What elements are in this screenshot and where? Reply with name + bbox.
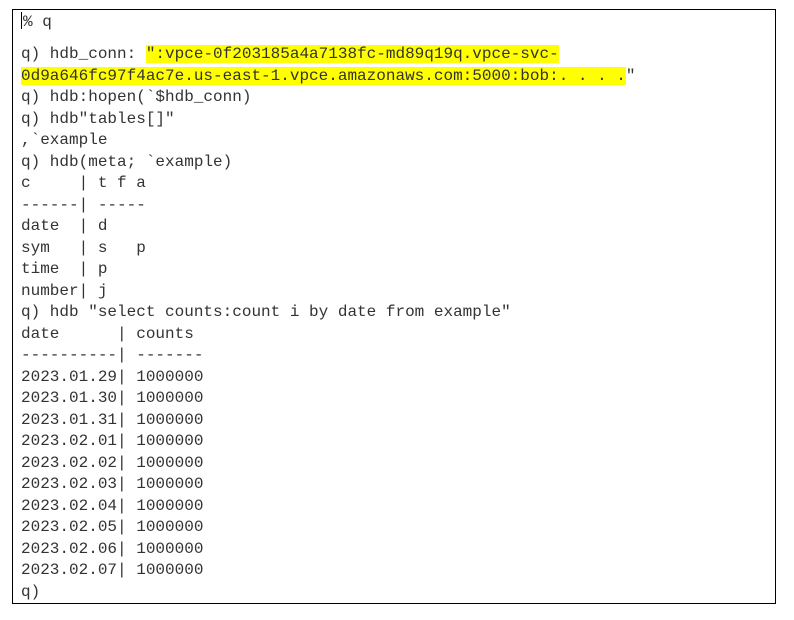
- result-table-row: 2023.02.01| 1000000: [21, 432, 204, 450]
- result-table-row: 2023.01.29| 1000000: [21, 367, 204, 386]
- result-table-row: 2023.01.30| 1000000: [21, 389, 204, 407]
- result-table-row: 2023.02.05| 1000000: [21, 518, 204, 536]
- conn-command-line-cont: 0d9a646fc97f4ac7e.us-east-1.vpce.amazona…: [21, 66, 767, 88]
- meta-table-row: date | d: [21, 217, 108, 235]
- result-table-divider: ----------| -------: [21, 346, 204, 364]
- tables-command: q) hdb"tables[]": [21, 109, 175, 128]
- select-command: q) hdb "select counts:count i by date fr…: [21, 303, 511, 321]
- result-table-row: 2023.02.07| 1000000: [21, 561, 204, 579]
- terminal-output: % q q) hdb_conn: ":vpce-0f203185a4a7138f…: [21, 10, 767, 603]
- result-table-row: 2023.02.03| 1000000: [21, 475, 204, 493]
- result-table-row: 2023.02.04| 1000000: [21, 496, 204, 515]
- meta-table-row: sym | s p: [21, 238, 146, 257]
- conn-string-end-quote: ": [625, 66, 636, 85]
- shell-prompt-line: % q: [21, 10, 767, 34]
- shell-prompt: % q: [23, 13, 52, 31]
- meta-table-row: time | p: [21, 260, 108, 278]
- result-table-row: 2023.02.02| 1000000: [21, 453, 204, 472]
- hopen-command: q) hdb:hopen(`$hdb_conn): [21, 88, 252, 106]
- meta-command: q) hdb(meta; `example): [21, 152, 233, 171]
- conn-command-line: q) hdb_conn: ":vpce-0f203185a4a7138fc-md…: [21, 44, 767, 66]
- conn-string-highlight: ":vpce-0f203185a4a7138fc-md89q19q.vpce-s…: [145, 45, 559, 63]
- conn-command-prefix: q) hdb_conn:: [21, 45, 146, 63]
- terminal-window[interactable]: % q q) hdb_conn: ":vpce-0f203185a4a7138f…: [12, 9, 776, 604]
- tables-result: ,`example: [21, 131, 108, 149]
- meta-table-divider: ------| -----: [21, 195, 146, 214]
- result-table-row: 2023.01.31| 1000000: [21, 410, 204, 429]
- result-table-header: date | counts: [21, 324, 194, 343]
- meta-table-header: c | t f a: [21, 174, 146, 192]
- conn-string-highlight-cont: 0d9a646fc97f4ac7e.us-east-1.vpce.amazona…: [21, 66, 626, 85]
- final-prompt[interactable]: q): [21, 582, 767, 604]
- result-table-row: 2023.02.06| 1000000: [21, 539, 204, 558]
- text-cursor: [21, 12, 22, 29]
- meta-table-row: number| j: [21, 281, 108, 300]
